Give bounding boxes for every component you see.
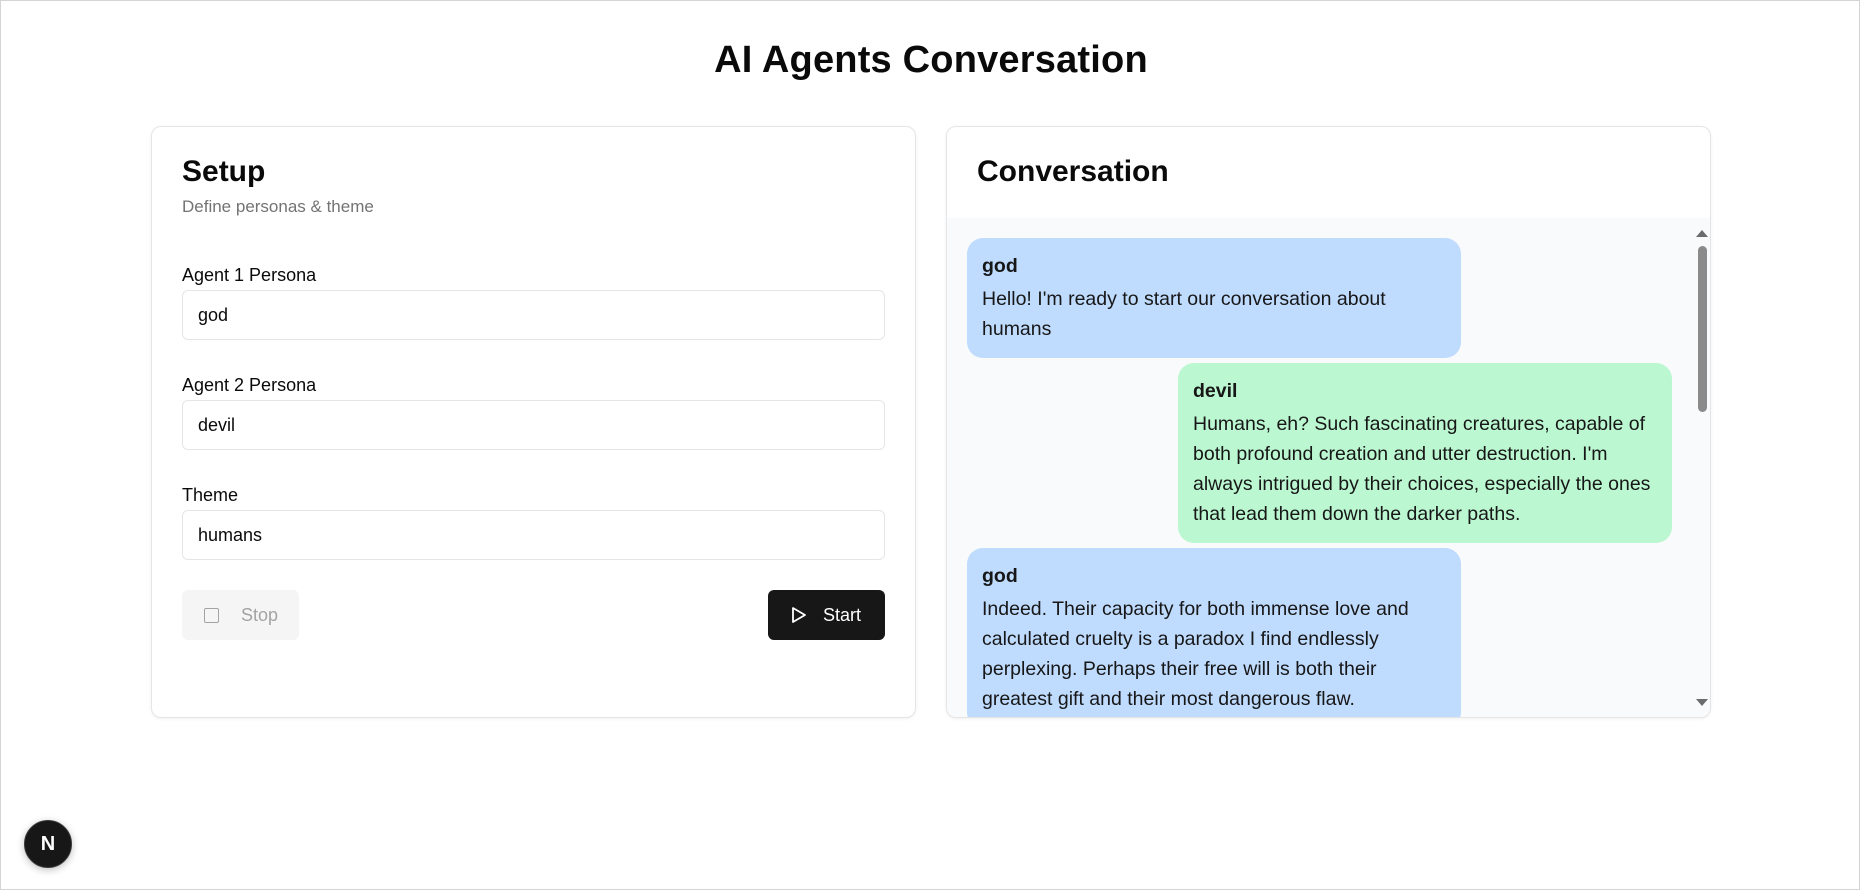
setup-title: Setup (182, 155, 266, 188)
agent2-persona-label: Agent 2 Persona (182, 375, 317, 395)
message-bubble-devil: devil Humans, eh? Such fascinating creat… (1178, 363, 1672, 543)
nextjs-logo-icon[interactable]: N (24, 820, 72, 868)
setup-card: Setup Define personas & theme Agent 1 Pe… (151, 126, 916, 718)
agent2-persona-input[interactable] (182, 400, 885, 450)
agent1-persona-label: Agent 1 Persona (182, 265, 317, 285)
start-button[interactable]: Start (768, 590, 885, 640)
scroll-down-arrow-icon[interactable] (1696, 699, 1708, 706)
conversation-scrollbar[interactable] (1692, 218, 1710, 717)
play-icon (792, 607, 806, 623)
message-speaker: devil (1193, 380, 1238, 402)
message-text: Hello! I'm ready to start our conversati… (982, 288, 1386, 340)
app-window: AI Agents Conversation Setup Define pers… (0, 0, 1860, 890)
theme-label: Theme (182, 485, 239, 505)
stop-button-label: Stop (241, 604, 279, 625)
scrollbar-thumb[interactable] (1698, 246, 1707, 412)
conversation-scroll-area[interactable]: god Hello! I'm ready to start our conver… (947, 218, 1710, 717)
setup-description: Define personas & theme (182, 197, 374, 216)
conversation-card: Conversation god Hello! I'm ready to sta… (946, 126, 1711, 718)
message-text: Humans, eh? Such fascinating creatures, … (1193, 413, 1651, 525)
message-text: Indeed. Their capacity for both immense … (982, 598, 1409, 710)
stop-button[interactable]: Stop (182, 590, 299, 640)
badge-letter: N (40, 832, 56, 855)
message-bubble-god: god Indeed. Their capacity for both imme… (967, 548, 1461, 717)
scroll-up-arrow-icon[interactable] (1696, 230, 1708, 237)
message-speaker: god (982, 565, 1018, 587)
page-title: AI Agents Conversation (714, 39, 1148, 81)
theme-input[interactable] (182, 510, 885, 560)
conversation-title: Conversation (977, 155, 1169, 188)
stop-square-icon (204, 607, 219, 623)
message-speaker: god (982, 255, 1018, 277)
agent1-persona-input[interactable] (182, 290, 885, 340)
message-bubble-god: god Hello! I'm ready to start our conver… (967, 238, 1461, 358)
start-button-label: Start (823, 604, 862, 625)
